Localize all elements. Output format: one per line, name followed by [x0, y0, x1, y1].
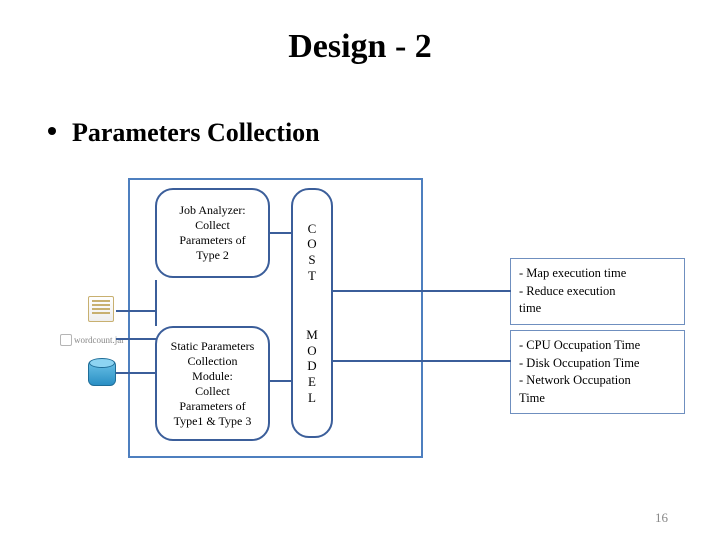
bullet-item: Parameters Collection — [48, 118, 320, 148]
cost-model-node: C O S T M O D E L — [291, 188, 333, 438]
bullet-dot-icon — [48, 127, 56, 135]
jar-text: wordcount.jar — [74, 335, 124, 345]
job-analyzer-text: Job Analyzer: Collect Parameters of Type… — [179, 203, 245, 263]
connector — [116, 372, 156, 374]
jar-file-label: wordcount.jar — [60, 332, 136, 348]
page-number: 16 — [655, 510, 668, 526]
static-collector-text: Static Parameters Collection Module: Col… — [171, 339, 255, 429]
connector — [116, 310, 156, 312]
static-collector-node: Static Parameters Collection Module: Col… — [155, 326, 270, 441]
model-label: M O D E L — [306, 327, 318, 405]
jar-icon — [60, 334, 72, 346]
connector — [270, 232, 292, 234]
output-exec-text: - Map execution time - Reduce execution … — [519, 266, 626, 315]
output-occupation-times: - CPU Occupation Time - Disk Occupation … — [510, 330, 685, 414]
connector — [116, 338, 156, 340]
cost-label: C O S T — [307, 221, 316, 283]
connector — [270, 380, 292, 382]
slide-title: Design - 2 — [0, 28, 720, 66]
job-analyzer-node: Job Analyzer: Collect Parameters of Type… — [155, 188, 270, 278]
database-icon — [88, 360, 116, 386]
bullet-text: Parameters Collection — [72, 118, 320, 147]
output-occ-text: - CPU Occupation Time - Disk Occupation … — [519, 338, 640, 405]
output-exec-times: - Map execution time - Reduce execution … — [510, 258, 685, 325]
connector — [333, 360, 511, 362]
connector — [333, 290, 511, 292]
worksheet-icon — [88, 296, 114, 322]
slide: Design - 2 Parameters Collection wordcou… — [0, 0, 720, 540]
connector — [155, 280, 157, 326]
